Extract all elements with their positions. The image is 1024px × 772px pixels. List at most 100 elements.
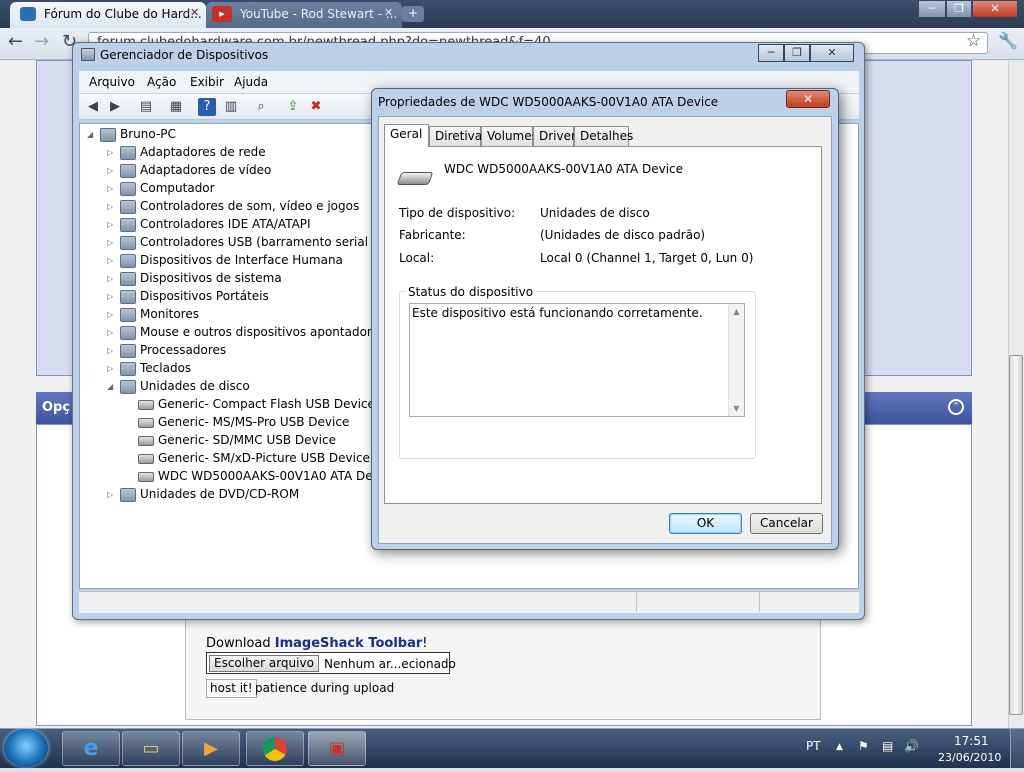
tree-category[interactable]: ▷ Controladores de som, vídeo e jogos <box>107 197 359 215</box>
scan-hardware-icon[interactable]: ⌕ <box>252 98 270 116</box>
clock-time[interactable]: 17:51 <box>954 734 989 748</box>
tree-device[interactable]: Generic- MS/MS-Pro USB Device <box>125 413 349 431</box>
menu-acao[interactable]: Ação <box>147 75 176 89</box>
status-scrollbar[interactable]: ▲ ▼ <box>728 304 744 416</box>
tree-root[interactable]: ◢ Bruno-PC <box>87 125 176 143</box>
tree-device[interactable]: Generic- Compact Flash USB Device <box>125 395 371 413</box>
tree-category[interactable]: ▷ Adaptadores de rede <box>107 143 266 161</box>
properties-close-button[interactable]: ✕ <box>786 90 830 108</box>
back-arrow-icon[interactable]: ◀ <box>84 98 102 116</box>
media-player-icon[interactable]: ▶ <box>182 731 240 766</box>
tree-category[interactable]: ▷ Dispositivos Portáteis <box>107 287 269 305</box>
chrome-icon[interactable] <box>246 731 304 766</box>
tree-category[interactable]: ▷ Monitores <box>107 305 199 323</box>
start-button[interactable] <box>4 729 48 767</box>
tab-volumes[interactable]: Volumes <box>481 126 538 146</box>
language-indicator[interactable]: PT <box>806 739 821 753</box>
minimize-button[interactable]: ─ <box>918 0 946 18</box>
tree-category[interactable]: ▷ Adaptadores de vídeo <box>107 161 271 179</box>
tree-category[interactable]: ◢ Unidades de disco <box>107 377 250 395</box>
tree-category[interactable]: ▷ Dispositivos de Interface Humana <box>107 251 343 269</box>
device-manager-taskbar-icon[interactable]: ▣ <box>308 731 366 766</box>
expander-icon[interactable]: ▷ <box>107 198 117 216</box>
volume-icon[interactable]: 🔊 <box>904 739 919 753</box>
tree-category-label: Computador <box>140 181 215 195</box>
bookmark-star-icon[interactable]: ☆ <box>966 31 981 51</box>
forward-arrow-icon[interactable]: ▶ <box>106 98 124 116</box>
view-icon[interactable]: ▥ <box>222 98 240 116</box>
tree-category[interactable]: ▷ Mouse e outros dispositivos apontadores <box>107 323 371 341</box>
tree-category[interactable]: ▷ Computador <box>107 179 215 197</box>
show-hide-tree-icon[interactable]: ▤ <box>137 98 155 116</box>
tab-driver[interactable]: Driver <box>533 126 576 146</box>
expander-icon[interactable]: ◢ <box>87 126 97 144</box>
forward-arrow-icon[interactable]: → <box>34 31 49 52</box>
menu-arquivo[interactable]: Arquivo <box>89 75 135 89</box>
tree-device[interactable]: WDC WD5000AAKS-00V1A0 ATA Device <box>125 467 371 485</box>
wrench-icon[interactable]: 🔧 <box>998 31 1018 50</box>
tree-category[interactable]: ▷ Teclados <box>107 359 191 377</box>
show-hidden-icons-icon[interactable]: ▲ <box>836 742 843 752</box>
cancel-button[interactable]: Cancelar <box>750 513 823 534</box>
expander-icon[interactable]: ▷ <box>107 252 117 270</box>
devmgr-maximize-button[interactable]: ❐ <box>784 44 810 62</box>
tab-forum[interactable]: Fórum do Clube do Hard... <box>10 2 206 28</box>
choose-file-button[interactable]: Escolher arquivo <box>209 655 319 672</box>
menu-ajuda[interactable]: Ajuda <box>234 75 268 89</box>
ok-button[interactable]: OK <box>669 513 742 534</box>
expander-icon[interactable]: ▷ <box>107 216 117 234</box>
close-tab-icon[interactable]: ✕ <box>190 6 199 19</box>
tree-category[interactable]: ▷ Controladores USB (barramento serial un… <box>107 233 371 251</box>
expander-icon[interactable]: ▷ <box>107 234 117 252</box>
devmgr-minimize-button[interactable]: ─ <box>758 44 784 62</box>
expander-icon[interactable]: ▷ <box>107 270 117 288</box>
scroll-up-icon[interactable]: ▲ <box>729 307 744 316</box>
tree-category[interactable]: ▷ Dispositivos de sistema <box>107 269 282 287</box>
network-icon[interactable]: ▤ <box>882 739 893 753</box>
expander-icon[interactable]: ▷ <box>107 324 117 342</box>
explorer-folder-icon[interactable]: ▭ <box>122 731 180 766</box>
tree-category[interactable]: ▷ Processadores <box>107 341 226 359</box>
properties-icon[interactable]: ▦ <box>167 98 185 116</box>
tab-youtube[interactable]: ▶ YouTube - Rod Stewart - ... <box>206 2 402 28</box>
uninstall-icon[interactable]: ✖ <box>307 98 325 116</box>
update-driver-icon[interactable]: ⇪ <box>284 98 302 116</box>
device-manager-icon <box>81 48 95 61</box>
help-icon[interactable]: ? <box>198 98 216 116</box>
maximize-button[interactable]: ❐ <box>946 0 972 18</box>
collapse-icon[interactable]: ⌃ <box>948 399 964 415</box>
action-center-flag-icon[interactable]: ⚑ <box>858 739 869 753</box>
tree-device[interactable]: Generic- SM/xD-Picture USB Device <box>125 449 370 467</box>
imageshack-toolbar-link[interactable]: ImageShack Toolbar <box>275 636 423 651</box>
expander-icon[interactable]: ▷ <box>107 342 117 360</box>
show-desktop-button[interactable] <box>1010 729 1024 768</box>
expander-icon[interactable]: ▷ <box>107 486 117 504</box>
expander-icon[interactable]: ▷ <box>107 162 117 180</box>
expander-icon[interactable]: ▷ <box>107 144 117 162</box>
menu-exibir[interactable]: Exibir <box>190 75 224 89</box>
new-tab-button[interactable]: + <box>402 6 424 22</box>
tree-category[interactable]: ▷ Unidades de DVD/CD-ROM <box>107 485 299 503</box>
tab-geral[interactable]: Geral <box>384 124 429 147</box>
device-category-icon <box>120 307 136 322</box>
expander-icon[interactable]: ▷ <box>107 360 117 378</box>
back-arrow-icon[interactable]: ← <box>8 31 23 52</box>
host-it-button[interactable]: host it! <box>206 679 257 698</box>
internet-explorer-icon[interactable]: e <box>62 731 120 766</box>
clock-date[interactable]: 23/06/2010 <box>938 751 1001 764</box>
close-window-button[interactable]: ✕ <box>972 0 1018 18</box>
device-status-textbox[interactable]: Este dispositivo está funcionando corret… <box>409 303 745 417</box>
expander-icon[interactable]: ▷ <box>107 180 117 198</box>
expander-icon[interactable]: ▷ <box>107 306 117 324</box>
devmgr-close-button[interactable]: ✕ <box>810 44 854 62</box>
tab-detalhes[interactable]: Detalhes <box>574 126 633 146</box>
scroll-down-icon[interactable]: ▼ <box>729 404 744 413</box>
tree-device[interactable]: Generic- SD/MMC USB Device <box>125 431 336 449</box>
expander-icon[interactable]: ▷ <box>107 288 117 306</box>
page-scroll-thumb[interactable] <box>1009 355 1023 715</box>
tree-category[interactable]: ▷ Controladores IDE ATA/ATAPI <box>107 215 311 233</box>
close-tab-icon[interactable]: ✕ <box>384 6 393 19</box>
expander-icon[interactable]: ◢ <box>107 378 117 396</box>
tab-diretivas[interactable]: Diretivas <box>429 126 488 146</box>
disk-drive-icon <box>138 471 154 482</box>
